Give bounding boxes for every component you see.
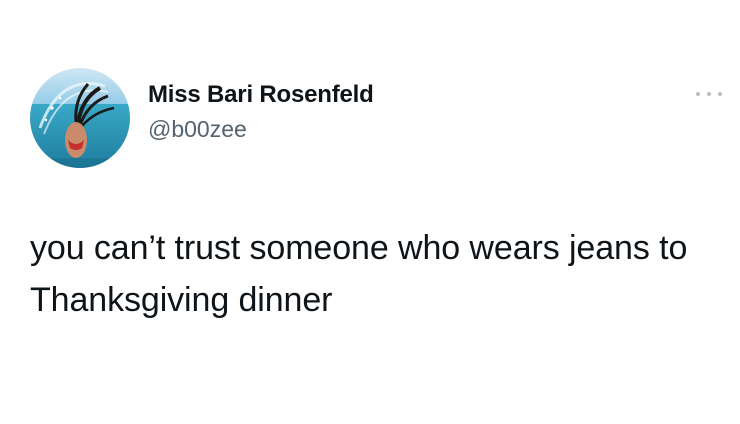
tweet-text: you can’t trust someone who wears jeans … — [30, 229, 688, 319]
more-dot — [696, 92, 700, 96]
more-dot — [718, 92, 722, 96]
more-dot — [707, 92, 711, 96]
avatar-photo — [30, 68, 130, 168]
more-options-icon[interactable] — [696, 84, 722, 104]
author-avatar[interactable] — [30, 68, 130, 168]
author-display-name[interactable]: Miss Bari Rosenfeld — [148, 81, 374, 109]
tweet-card: Miss Bari Rosenfeld @b00zee you can’t tr… — [0, 0, 740, 424]
author-handle[interactable]: @b00zee — [148, 116, 247, 143]
